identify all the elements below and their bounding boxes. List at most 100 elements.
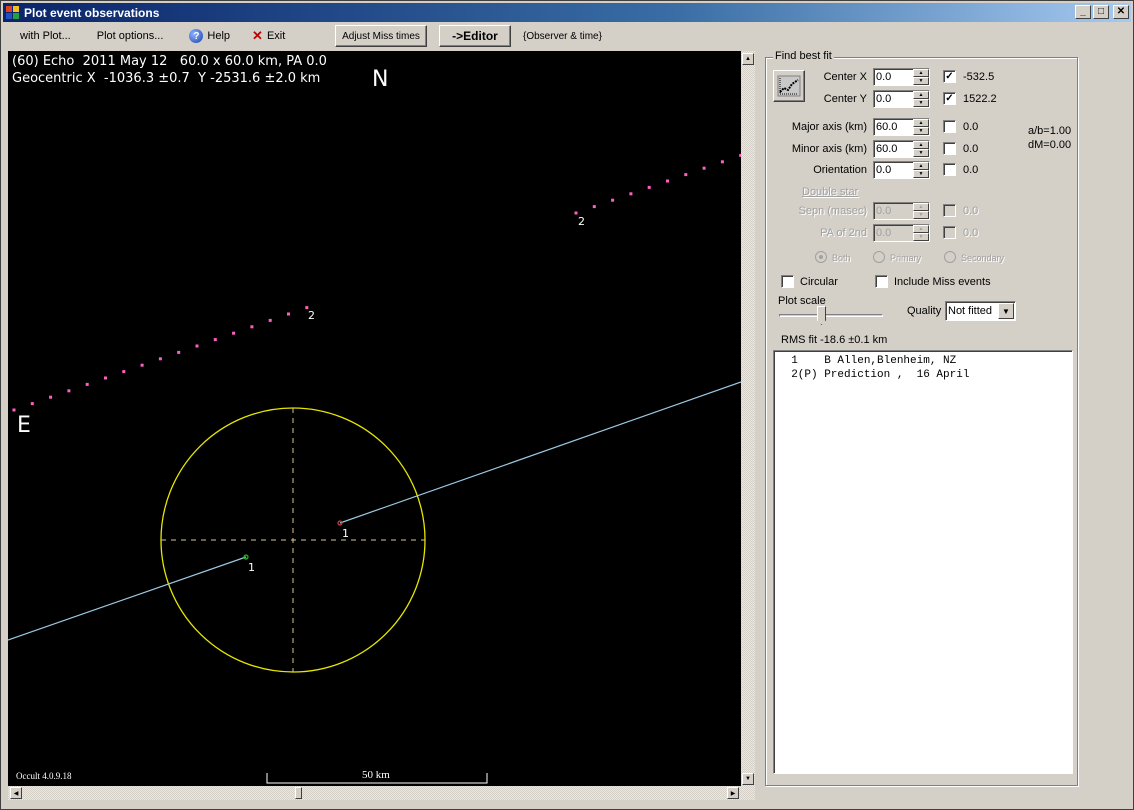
- radio-both[interactable]: [815, 251, 827, 263]
- center-x-label: Center X: [823, 71, 867, 83]
- help-icon: ?: [189, 29, 204, 43]
- orientation-label: Orientation: [813, 164, 867, 176]
- major-axis-checkbox[interactable]: [943, 120, 956, 133]
- orientation-result: 0.0: [963, 164, 979, 176]
- scroll-down-button[interactable]: ▼: [742, 773, 754, 785]
- spin-down-icon[interactable]: ▼: [913, 127, 929, 135]
- minor-axis-result: 0.0: [963, 143, 979, 155]
- prediction-dot: [49, 395, 53, 399]
- radio-primary[interactable]: [873, 251, 885, 263]
- find-best-fit-button[interactable]: [773, 70, 805, 102]
- spin-up-icon[interactable]: ▲: [913, 119, 929, 127]
- spin-down-icon[interactable]: ▼: [913, 149, 929, 157]
- close-button[interactable]: ✕: [1113, 5, 1129, 19]
- minimize-button[interactable]: _: [1075, 5, 1091, 19]
- prediction-dot: [720, 160, 724, 164]
- menu-with-plot[interactable]: with Plot...: [12, 30, 79, 42]
- rms-fit-label: RMS fit -18.6 ±0.1 km: [781, 334, 888, 346]
- prediction-dot: [684, 173, 688, 177]
- find-best-fit-legend: Find best fit: [773, 50, 834, 62]
- separation-input[interactable]: ▲▼: [873, 202, 930, 220]
- pa-second-checkbox[interactable]: [943, 226, 956, 239]
- center-x-input[interactable]: ▲▼: [873, 68, 930, 86]
- exit-x-icon: ✕: [252, 28, 263, 43]
- spin-down-icon[interactable]: ▼: [913, 99, 929, 107]
- center-x-value[interactable]: [874, 69, 912, 85]
- separation-checkbox[interactable]: [943, 204, 956, 217]
- orientation-checkbox[interactable]: [943, 163, 956, 176]
- spin-up-icon[interactable]: ▲: [913, 225, 929, 233]
- center-y-value[interactable]: [874, 91, 912, 107]
- circular-label: Circular: [800, 276, 838, 288]
- menu-help[interactable]: ? Help: [181, 29, 238, 43]
- spin-up-icon[interactable]: ▲: [913, 69, 929, 77]
- major-axis-result: 0.0: [963, 121, 979, 133]
- include-miss-label: Include Miss events: [894, 276, 991, 288]
- editor-button[interactable]: ->Editor: [439, 25, 511, 47]
- menu-exit[interactable]: ✕ Exit: [244, 28, 293, 44]
- separation-value[interactable]: [874, 203, 912, 219]
- menu-help-label: Help: [207, 30, 231, 42]
- adjust-miss-times-button[interactable]: Adjust Miss times: [335, 25, 427, 47]
- spin-up-icon[interactable]: ▲: [913, 203, 929, 211]
- spin-up-icon[interactable]: ▲: [913, 91, 929, 99]
- spin-down-icon[interactable]: ▼: [913, 233, 929, 241]
- scroll-left-button[interactable]: ◀: [10, 787, 22, 799]
- quality-select[interactable]: Not fitted ▼: [945, 301, 1016, 321]
- spin-up-icon[interactable]: ▲: [913, 141, 929, 149]
- prediction-dot: [268, 318, 272, 322]
- minor-axis-checkbox[interactable]: [943, 142, 956, 155]
- horizontal-scroll-thumb[interactable]: [295, 787, 302, 799]
- plot-horizontal-scrollbar[interactable]: ◀ ▶: [8, 786, 755, 800]
- orientation-input[interactable]: ▲▼: [873, 161, 930, 179]
- spin-up-icon[interactable]: ▲: [913, 162, 929, 170]
- orientation-value[interactable]: [874, 162, 912, 178]
- spin-down-icon[interactable]: ▼: [913, 77, 929, 85]
- plot-header-line2: Geocentric X -1036.3 ±0.7 Y -2531.6 ±2.0…: [12, 71, 321, 86]
- major-axis-input[interactable]: ▲▼: [873, 118, 930, 136]
- center-y-checkbox[interactable]: ✓: [943, 92, 956, 105]
- list-item[interactable]: 1 B Allen,Blenheim, NZ: [778, 354, 1072, 368]
- plot-canvas[interactable]: 1 1 2 2 (60) Echo 2011 May 12 60.0 x 60.0 k…: [8, 51, 741, 786]
- maximize-button[interactable]: □: [1093, 5, 1109, 19]
- scroll-right-button[interactable]: ▶: [727, 787, 739, 799]
- chevron-down-icon[interactable]: ▼: [998, 303, 1014, 319]
- plot-scale-track[interactable]: [779, 314, 883, 317]
- quality-label: Quality: [907, 305, 942, 317]
- plot-vertical-scrollbar[interactable]: ▲ ▼: [741, 51, 755, 786]
- observations-list[interactable]: 1 B Allen,Blenheim, NZ 2(P) Prediction ,…: [773, 350, 1073, 774]
- prediction-dot: [611, 198, 615, 202]
- prediction-dot: [647, 185, 651, 189]
- include-miss-checkbox[interactable]: [875, 275, 888, 288]
- fit-chart-icon: [777, 75, 801, 97]
- pa-second-result: 0.0: [963, 227, 979, 239]
- major-axis-value[interactable]: [874, 119, 912, 135]
- spin-down-icon[interactable]: ▼: [913, 170, 929, 178]
- center-x-checkbox[interactable]: ✓: [943, 70, 956, 83]
- radio-secondary-label: Secondary: [961, 253, 1005, 263]
- radio-secondary[interactable]: [944, 251, 956, 263]
- minor-axis-value[interactable]: [874, 141, 912, 157]
- radio-primary-label: Primary: [890, 253, 921, 263]
- prediction-dot: [592, 205, 596, 209]
- prediction-dot: [67, 389, 71, 393]
- prediction-dot: [177, 350, 181, 354]
- double-star-label: Double star: [802, 186, 859, 198]
- menu-observer-time[interactable]: {Observer & time}: [515, 31, 610, 42]
- scroll-up-button[interactable]: ▲: [742, 53, 754, 65]
- scale-bar-label: 50 km: [362, 769, 390, 781]
- menu-plot-options[interactable]: Plot options...: [89, 30, 172, 42]
- spin-down-icon[interactable]: ▼: [913, 211, 929, 219]
- prediction-dot: [140, 363, 144, 367]
- center-x-result: -532.5: [963, 71, 995, 83]
- list-item[interactable]: 2(P) Prediction , 16 April: [778, 368, 1072, 382]
- minor-axis-input[interactable]: ▲▼: [873, 140, 930, 158]
- main-window: Plot event observations _ □ ✕ with Plot.…: [0, 0, 1134, 810]
- circular-checkbox[interactable]: [781, 275, 794, 288]
- center-y-input[interactable]: ▲▼: [873, 90, 930, 108]
- pa-second-value[interactable]: [874, 225, 912, 241]
- separation-label: Sepn (masec): [798, 205, 867, 217]
- pa-second-input[interactable]: ▲▼: [873, 224, 930, 242]
- version-label: Occult 4.0.9.18: [16, 771, 72, 781]
- radio-both-label: Both: [832, 253, 851, 263]
